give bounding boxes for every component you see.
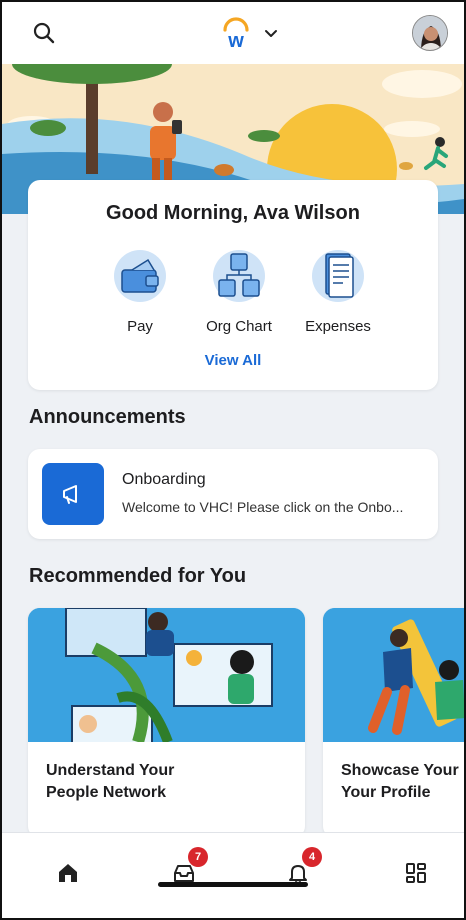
- announcements-title: Announcements: [29, 406, 186, 428]
- nav-apps[interactable]: [396, 853, 436, 893]
- quick-action-pay[interactable]: Pay: [98, 248, 182, 335]
- view-all-link[interactable]: View All: [28, 352, 438, 369]
- profile-art: [323, 608, 464, 742]
- megaphone-icon: [63, 485, 77, 504]
- quick-action-org-chart-label: Org Chart: [206, 318, 272, 335]
- workday-logo: w: [223, 17, 249, 50]
- recommended-illustration: [28, 608, 305, 742]
- search-button[interactable]: [26, 15, 62, 51]
- logo-letter: w: [227, 30, 244, 50]
- recommended-illustration: [323, 608, 464, 742]
- app-switcher[interactable]: w: [219, 16, 279, 50]
- nav-home[interactable]: [48, 853, 88, 893]
- recommended-title-line1: Understand Your: [46, 762, 175, 779]
- quick-action-expenses-label: Expenses: [305, 318, 371, 335]
- announcement-description: Welcome to VHC! Please click on the Onbo…: [122, 499, 404, 515]
- recommended-card-profile[interactable]: Showcase Your Your Profile: [323, 608, 464, 838]
- nav-notifications[interactable]: 4: [278, 847, 322, 893]
- recommended-title-line1: Showcase Your: [341, 762, 459, 779]
- recommended-card-people-network[interactable]: Understand Your People Network: [28, 608, 305, 838]
- bottom-nav: 7 4: [2, 832, 464, 918]
- app-frame: w Good Morning, Ava Wilson Pay Org Chart…: [0, 0, 466, 920]
- home-indicator[interactable]: [158, 882, 308, 887]
- chevron-down-icon: [265, 30, 277, 37]
- org-chart-icon: [213, 250, 265, 302]
- people-network-art: [28, 608, 305, 742]
- quick-action-org-chart[interactable]: Org Chart: [197, 248, 281, 335]
- wallet-icon: [114, 250, 166, 302]
- notifications-badge: 4: [302, 847, 322, 867]
- announcement-card[interactable]: Onboarding Welcome to VHC! Please click …: [28, 449, 438, 539]
- recommended-card-title: Showcase Your Your Profile: [341, 760, 464, 804]
- greeting-text: Good Morning, Ava Wilson: [106, 202, 360, 224]
- quick-actions: Pay Org Chart Expenses: [28, 248, 438, 335]
- recommended-title: Recommended for You: [29, 565, 247, 587]
- receipt-icon: [312, 250, 364, 302]
- recommended-card-title: Understand Your People Network: [46, 760, 286, 804]
- announcement-title: Onboarding: [122, 471, 206, 488]
- avatar[interactable]: [412, 15, 448, 51]
- quick-action-pay-label: Pay: [127, 318, 153, 335]
- recommended-title-line2: Your Profile: [341, 784, 431, 801]
- avatar-image: [413, 16, 447, 50]
- nav-inbox[interactable]: 7: [164, 847, 208, 893]
- announcement-icon-tile: [42, 463, 104, 525]
- home-icon: [59, 864, 77, 882]
- quick-action-expenses[interactable]: Expenses: [296, 248, 380, 335]
- search-icon: [33, 22, 55, 44]
- top-bar: w: [2, 2, 464, 64]
- greeting-card: Good Morning, Ava Wilson Pay Org Chart E…: [28, 180, 438, 390]
- inbox-badge: 7: [188, 847, 208, 867]
- recommended-title-line2: People Network: [46, 784, 167, 801]
- apps-icon: [406, 863, 426, 883]
